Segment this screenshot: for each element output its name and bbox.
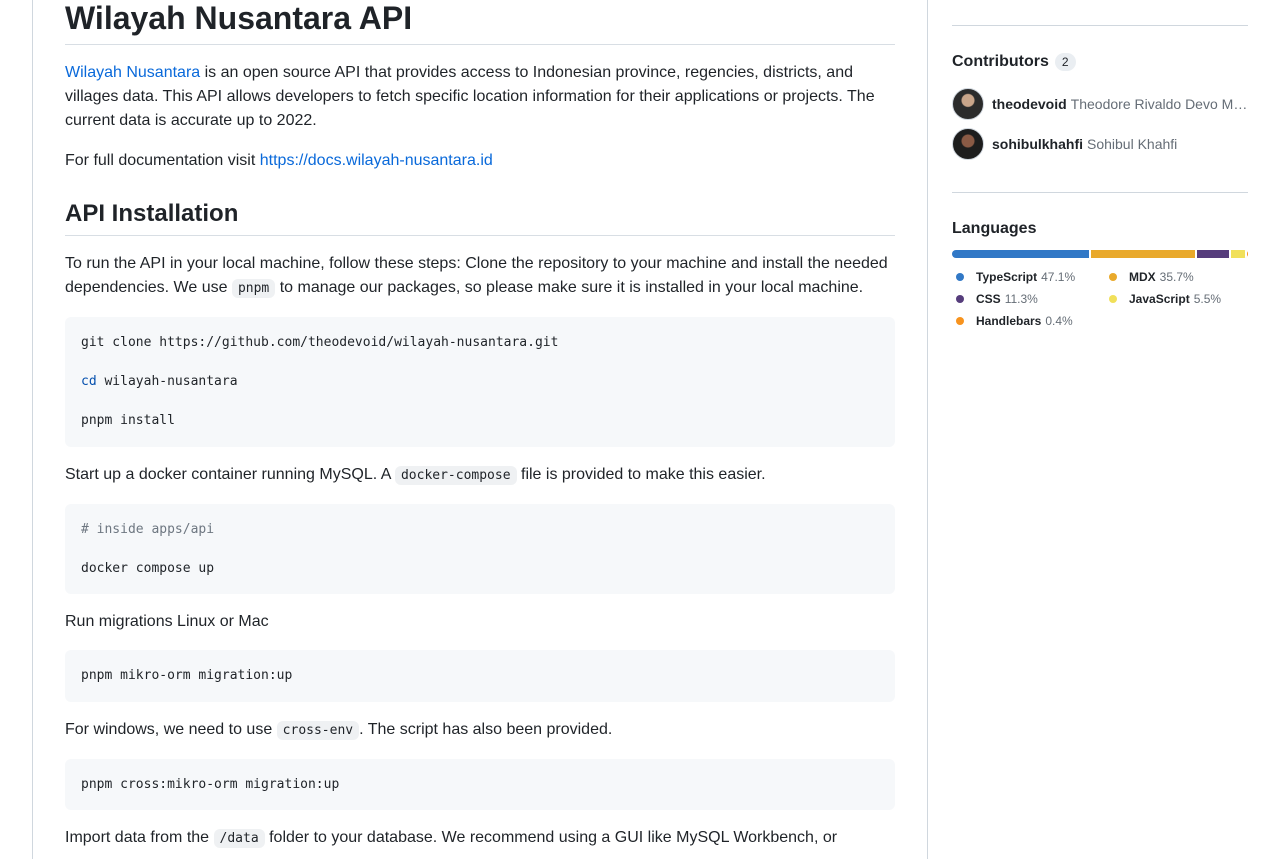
language-name: TypeScript — [976, 270, 1038, 284]
windows-text-a: For windows, we need to use — [65, 720, 277, 738]
install-paragraph: To run the API in your local machine, fo… — [65, 252, 895, 301]
repo-sidebar: Contributors 2 theodevoid Theodore Rival… — [952, 0, 1248, 332]
language-name: CSS — [976, 292, 1001, 306]
windows-paragraph: For windows, we need to use cross-env. T… — [65, 718, 895, 743]
contributor-item[interactable]: theodevoid Theodore Rivaldo Devo Manurun… — [952, 88, 1248, 120]
sidebar-divider — [952, 25, 1248, 26]
code-line: pnpm mikro-orm migration:up — [81, 668, 293, 683]
docker-compose-inline-code: docker-compose — [394, 465, 517, 485]
cross-env-inline-code: cross-env — [276, 720, 360, 740]
contributors-heading[interactable]: Contributors 2 — [952, 53, 1248, 71]
language-name: JavaScript — [1129, 292, 1190, 306]
docker-paragraph: Start up a docker container running MySQ… — [65, 463, 895, 488]
docker-text-b: file is provided to make this easier. — [516, 465, 766, 483]
language-bar-segment-javascript — [1230, 250, 1247, 258]
languages-heading: Languages — [952, 220, 1248, 238]
language-bar-segment-mdx — [1091, 250, 1198, 258]
import-text-a: Import data from the — [65, 829, 214, 846]
language-item-typescript[interactable]: TypeScript 47.1% — [952, 266, 1089, 288]
install-text-b: to manage our packages, so please make s… — [275, 279, 864, 296]
language-bar-segment-css — [1197, 250, 1231, 258]
language-percent: 35.7% — [1159, 270, 1194, 284]
avatar[interactable] — [952, 88, 984, 120]
code-text: wilayah-nusantara — [96, 374, 238, 389]
language-name: Handlebars — [976, 314, 1042, 328]
language-percent: 5.5% — [1193, 292, 1222, 306]
language-color-dot-icon — [956, 295, 964, 303]
contributor-login[interactable]: sohibulkhahfi — [992, 136, 1083, 152]
sidebar-divider — [952, 192, 1248, 193]
docs-link[interactable]: https://docs.wilayah-nusantara.id — [260, 152, 493, 169]
language-color-dot-icon — [1109, 295, 1117, 303]
migrate-paragraph: Run migrations Linux or Mac — [65, 613, 269, 630]
wilayah-nusantara-link[interactable]: Wilayah Nusantara — [65, 64, 200, 81]
readme-title: Wilayah Nusantara API — [65, 0, 895, 45]
code-block-migrate[interactable]: pnpm mikro-orm migration:up — [65, 650, 895, 702]
language-color-dot-icon — [956, 317, 964, 325]
code-block-windows-migrate[interactable]: pnpm cross:mikro-orm migration:up — [65, 758, 895, 810]
windows-text-b: . The script has also been provided. — [359, 720, 613, 738]
install-heading: API Installation — [65, 199, 895, 236]
language-percent: 47.1% — [1041, 270, 1076, 284]
language-color-dot-icon — [956, 273, 964, 281]
docs-paragraph: For full documentation visit https://doc… — [65, 149, 895, 173]
code-block-docker[interactable]: # inside apps/api docker compose up — [65, 503, 895, 594]
pnpm-inline-code: pnpm — [231, 279, 276, 298]
contributor-login[interactable]: theodevoid — [992, 96, 1067, 112]
import-text-b: folder to your database. We recommend us… — [264, 829, 838, 846]
code-line: pnpm install — [81, 413, 175, 428]
languages-title: Languages — [952, 220, 1037, 237]
contributor-item[interactable]: sohibulkhahfi Sohibul Khahfi — [952, 128, 1248, 160]
code-keyword: cd — [81, 374, 97, 389]
code-line: cd wilayah-nusantara — [81, 372, 879, 392]
language-bar — [952, 250, 1248, 258]
language-name: MDX — [1129, 270, 1156, 284]
contributors-title: Contributors — [952, 53, 1049, 70]
intro-paragraph: Wilayah Nusantara is an open source API … — [65, 61, 895, 133]
language-percent: 0.4% — [1045, 314, 1073, 328]
language-list: TypeScript 47.1% MDX 35.7% CSS 11.3% JavaScrip… — [952, 266, 1248, 332]
import-paragraph: Import data from the /data folder to you… — [65, 826, 895, 851]
code-line: docker compose up — [81, 560, 215, 576]
language-percent: 11.3% — [1004, 292, 1038, 306]
language-item-mdx[interactable]: MDX 35.7% — [1105, 266, 1194, 288]
language-color-dot-icon — [1109, 273, 1117, 281]
language-bar-segment-handlebars — [1246, 250, 1248, 258]
code-comment: # inside apps/api — [81, 521, 215, 537]
docs-text: For full documentation visit — [65, 152, 260, 169]
contributors-count-badge: 2 — [1054, 53, 1076, 71]
readme-article: Wilayah Nusantara API Wilayah Nusantara … — [65, 0, 895, 851]
code-line: git clone https://github.com/theodevoid/… — [81, 335, 559, 350]
language-bar-segment-typescript — [952, 250, 1092, 258]
code-line: pnpm cross:mikro-orm migration:up — [81, 776, 340, 792]
language-item-css[interactable]: CSS 11.3% — [952, 288, 1089, 310]
avatar[interactable] — [952, 128, 984, 160]
contributor-name: Sohibul Khahfi — [1087, 136, 1178, 152]
docker-text-a: Start up a docker container running MySQ… — [65, 465, 395, 483]
language-item-handlebars[interactable]: Handlebars 0.4% — [952, 310, 1089, 332]
language-item-javascript[interactable]: JavaScript 5.5% — [1105, 288, 1221, 310]
data-folder-inline-code: /data — [213, 829, 265, 848]
contributor-name: Theodore Rivaldo Devo Manurung — [1070, 96, 1248, 112]
code-block-clone[interactable]: git clone https://github.com/theodevoid/… — [65, 317, 895, 447]
